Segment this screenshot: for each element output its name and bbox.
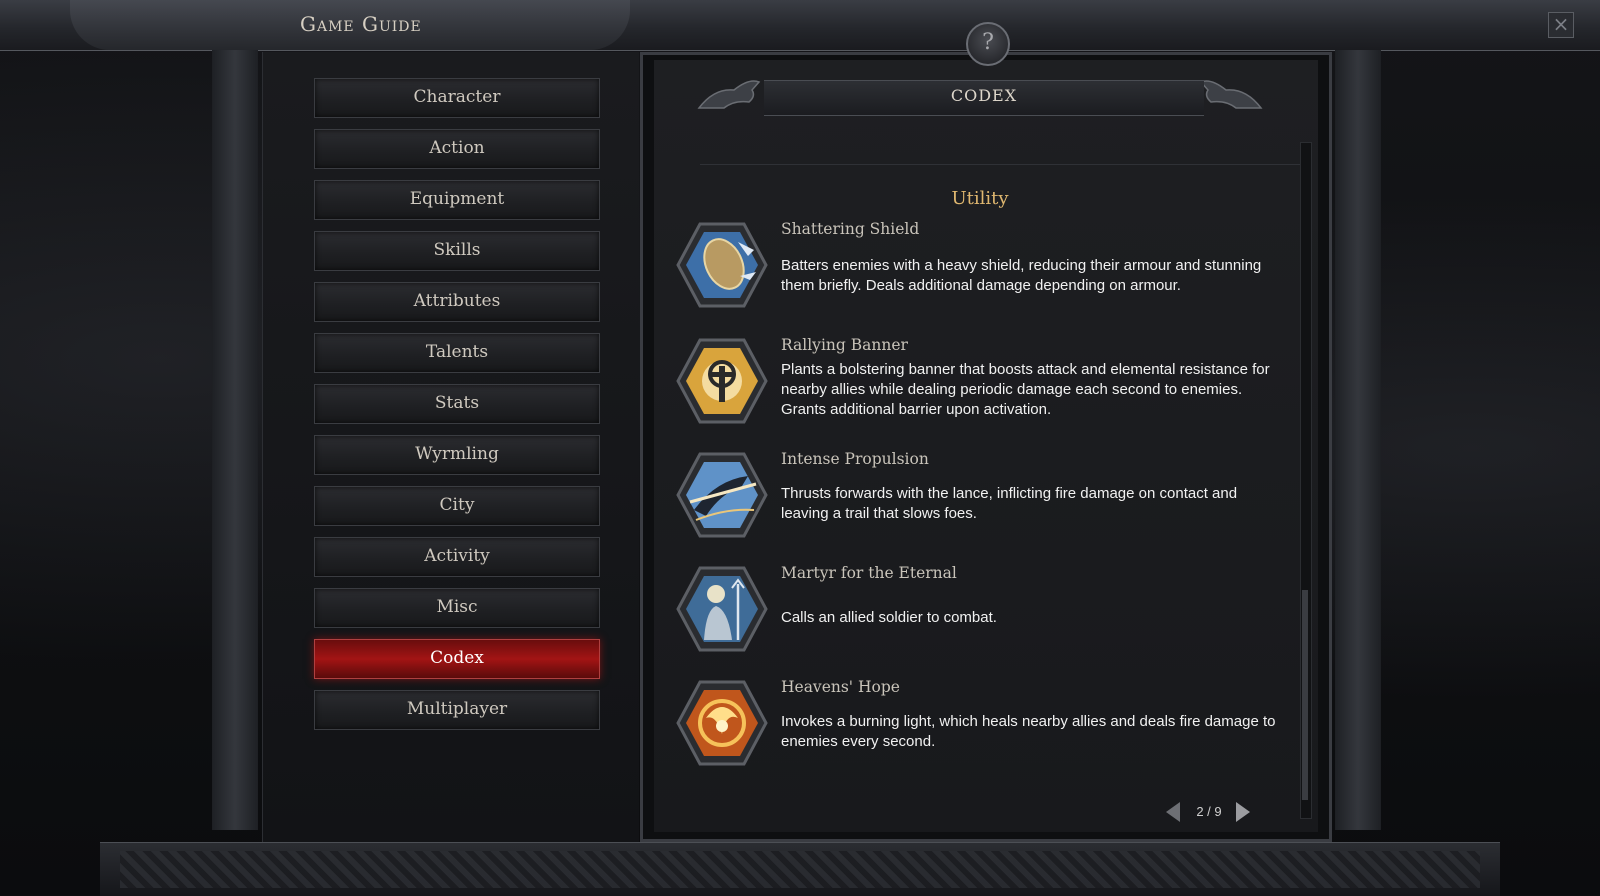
entry-name: Rallying Banner [781, 336, 908, 354]
prev-page-icon[interactable] [1166, 802, 1180, 822]
page-indicator: 2 / 9 [1196, 804, 1222, 819]
soldier-summon-skill-icon [676, 566, 768, 652]
description-line: Thrusts forwards with the lance, inflict… [781, 485, 1238, 502]
left-pillar [212, 50, 258, 830]
description-line: Plants a bolstering banner that boosts a… [781, 361, 1270, 378]
description-line: enemies every second. [781, 733, 936, 750]
nav-item-character[interactable]: Character [314, 78, 600, 118]
entry-description: Thrusts forwards with the lance, inflict… [781, 484, 1281, 524]
pagination: 2 / 9 [1166, 800, 1250, 824]
title-bar [0, 0, 1600, 51]
guide-nav: Character Action Equipment Skills Attrib… [314, 78, 600, 741]
nav-item-codex[interactable]: Codex [314, 639, 600, 679]
window-title: Game Guide [300, 12, 422, 36]
help-icon[interactable]: ? [966, 22, 1010, 66]
section-title: Utility [951, 188, 1009, 209]
description-line: Batters enemies with a heavy shield, red… [781, 257, 1262, 274]
nav-item-city[interactable]: City [314, 486, 600, 526]
entry-name: Martyr for the Eternal [781, 564, 957, 582]
right-dragon-ornament-icon [1199, 80, 1263, 109]
nav-item-wyrmling[interactable]: Wyrmling [314, 435, 600, 475]
description-line: them briefly. Deals additional damage de… [781, 277, 1181, 294]
description-line: Grants additional barrier upon activatio… [781, 401, 1052, 418]
nav-item-action[interactable]: Action [314, 129, 600, 169]
nav-item-skills[interactable]: Skills [314, 231, 600, 271]
bottom-ornament [100, 842, 1500, 896]
description-line: leaving a trail that slows foes. [781, 505, 977, 522]
scrollbar-thumb[interactable] [1302, 590, 1308, 800]
nav-item-multiplayer[interactable]: Multiplayer [314, 690, 600, 730]
nav-item-misc[interactable]: Misc [314, 588, 600, 628]
nav-item-activity[interactable]: Activity [314, 537, 600, 577]
next-page-icon[interactable] [1236, 802, 1250, 822]
lance-charge-skill-icon [676, 452, 768, 538]
codex-header: CODEX [950, 86, 1018, 105]
banner-skill-icon [676, 338, 768, 424]
entry-description: Batters enemies with a heavy shield, red… [781, 256, 1281, 296]
entry-name: Shattering Shield [781, 220, 920, 238]
entry-description: Invokes a burning light, which heals nea… [781, 712, 1281, 752]
nav-item-stats[interactable]: Stats [314, 384, 600, 424]
description-line: nearby allies while dealing periodic dam… [781, 381, 1243, 398]
entry-name: Intense Propulsion [781, 450, 929, 468]
nav-item-equipment[interactable]: Equipment [314, 180, 600, 220]
nav-item-attributes[interactable]: Attributes [314, 282, 600, 322]
ornament-pattern [120, 851, 1480, 888]
right-pillar [1335, 50, 1381, 830]
divider [700, 164, 1300, 165]
entry-description: Calls an allied soldier to combat. [781, 608, 1281, 628]
entry-name: Heavens' Hope [781, 678, 900, 696]
left-dragon-ornament-icon [697, 80, 761, 109]
shield-skill-icon [676, 222, 768, 308]
nav-item-talents[interactable]: Talents [314, 333, 600, 373]
description-line: Invokes a burning light, which heals nea… [781, 713, 1276, 730]
close-icon[interactable]: × [1548, 12, 1574, 38]
entry-description: Plants a bolstering banner that boosts a… [781, 360, 1281, 420]
burning-light-skill-icon [676, 680, 768, 766]
description-line: Calls an allied soldier to combat. [781, 609, 997, 626]
